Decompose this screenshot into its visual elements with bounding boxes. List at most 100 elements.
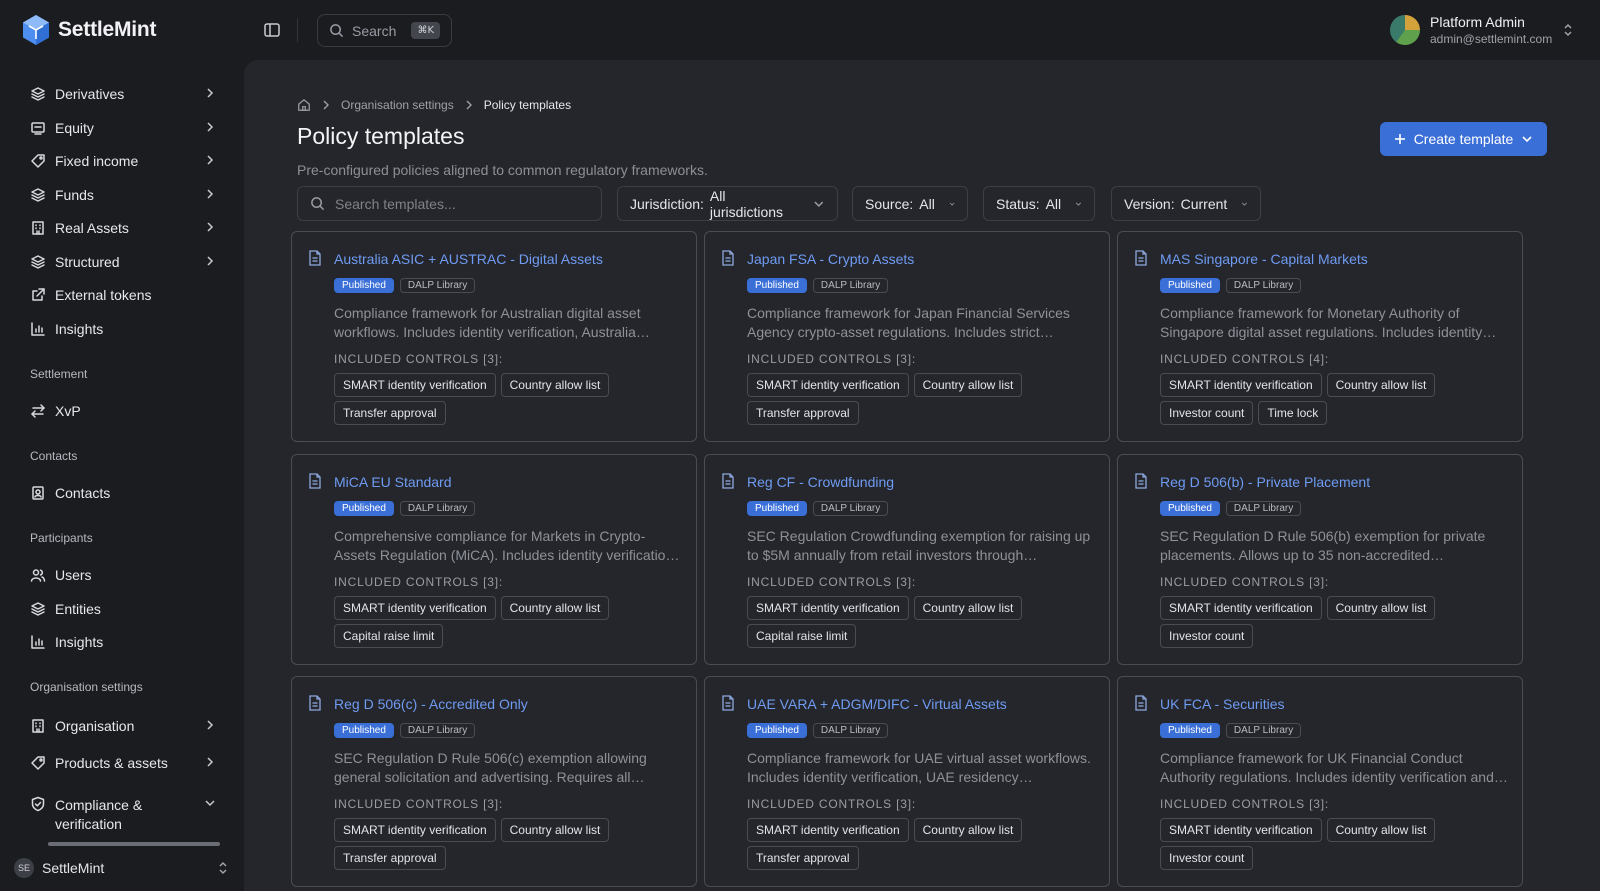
sidebar-item-contacts[interactable]: Contacts xyxy=(30,479,216,507)
sidebar: Derivatives Equity Fixed income Funds Real A… xyxy=(0,60,244,891)
search-icon xyxy=(311,197,325,211)
jurisdiction-filter[interactable]: Jurisdiction: All jurisdictions xyxy=(617,186,838,221)
sidebar-item-insights[interactable]: Insights xyxy=(30,315,216,343)
sidebar-item-label: Derivatives xyxy=(55,86,125,102)
source-filter-value: All xyxy=(919,195,935,212)
template-badges: Published DALP Library xyxy=(747,278,889,293)
sidebar-item-funds[interactable]: Funds xyxy=(30,181,216,209)
control-chip: Investor count xyxy=(1160,846,1254,870)
template-title[interactable]: MiCA EU Standard xyxy=(334,474,452,490)
template-title[interactable]: Australia ASIC + AUSTRAC - Digital Asset… xyxy=(334,251,603,267)
sidebar-item-derivatives[interactable]: Derivatives xyxy=(30,80,216,108)
sidebar-item-structured[interactable]: Structured xyxy=(30,248,216,276)
status-badge: Published xyxy=(1160,501,1220,516)
status-filter[interactable]: Status: All xyxy=(983,186,1095,221)
breadcrumb-organisation-settings[interactable]: Organisation settings xyxy=(341,98,454,112)
sidebar-section-contacts: Contacts xyxy=(30,449,78,463)
template-card[interactable]: MAS Singapore - Capital Markets Publishe… xyxy=(1117,231,1523,442)
template-search-input[interactable]: Search templates... xyxy=(297,186,602,221)
sidebar-item-compliance-and-verification[interactable]: Compliance & verification xyxy=(30,796,216,836)
breadcrumb-current: Policy templates xyxy=(483,98,572,112)
template-title[interactable]: MAS Singapore - Capital Markets xyxy=(1160,251,1368,267)
included-controls: SMART identity verification Country allow… xyxy=(1160,373,1510,425)
chevron-right-icon xyxy=(323,100,329,110)
chevron-right-icon xyxy=(204,86,216,102)
chevron-right-icon xyxy=(204,755,216,771)
template-description: Compliance framework for Monetary Author… xyxy=(1160,305,1497,340)
home-icon[interactable] xyxy=(297,98,311,112)
template-card[interactable]: MiCA EU Standard Published DALP Library … xyxy=(291,454,697,665)
template-title[interactable]: Japan FSA - Crypto Assets xyxy=(747,251,914,267)
template-card[interactable]: Japan FSA - Crypto Assets Published DALP… xyxy=(704,231,1110,442)
template-title[interactable]: Reg D 506(b) - Private Placement xyxy=(1160,474,1370,490)
control-chip: Time lock xyxy=(1258,401,1328,425)
included-controls-label: INCLUDED CONTROLS [4]: xyxy=(1160,352,1329,366)
sidebar-item-fixed-income[interactable]: Fixed income xyxy=(30,147,216,175)
template-badges: Published DALP Library xyxy=(1160,501,1302,516)
sidebar-item-products-and-assets[interactable]: Products & assets xyxy=(30,749,216,777)
sidebar-item-entities[interactable]: Entities xyxy=(30,595,216,623)
template-description: Compliance framework for Australian digi… xyxy=(334,305,650,340)
chevron-down-icon xyxy=(1522,136,1532,143)
panel-left-icon xyxy=(264,23,280,37)
template-card[interactable]: Australia ASIC + AUSTRAC - Digital Asset… xyxy=(291,231,697,442)
source-filter[interactable]: Source: All xyxy=(852,186,968,221)
sidebar-item-xvp[interactable]: XvP xyxy=(30,397,216,425)
version-filter[interactable]: Version: Current xyxy=(1111,186,1261,221)
sidebar-active-indicator xyxy=(48,842,220,846)
sidebar-item-insights[interactable]: Insights xyxy=(30,628,216,656)
template-title[interactable]: UK FCA - Securities xyxy=(1160,696,1284,712)
sidebar-item-label: Organisation xyxy=(55,718,135,734)
template-card[interactable]: Reg CF - Crowdfunding Published DALP Lib… xyxy=(704,454,1110,665)
document-icon xyxy=(309,473,321,489)
logo[interactable]: SettleMint xyxy=(22,14,157,46)
chevron-right-icon xyxy=(204,220,216,236)
document-icon xyxy=(1135,473,1147,489)
app-name: SettleMint xyxy=(58,18,157,41)
control-chip: Transfer approval xyxy=(334,846,446,870)
chevron-up-down-icon[interactable] xyxy=(1561,22,1575,38)
template-card[interactable]: Reg D 506(c) - Accredited Only Published… xyxy=(291,676,697,887)
template-title[interactable]: Reg D 506(c) - Accredited Only xyxy=(334,696,528,712)
template-title[interactable]: Reg CF - Crowdfunding xyxy=(747,474,894,490)
control-chip: Country allow list xyxy=(500,596,610,620)
organisation-switcher[interactable]: SE SettleMint xyxy=(14,858,230,878)
included-controls-label: INCLUDED CONTROLS [3]: xyxy=(1160,797,1329,811)
user-menu[interactable]: Platform Admin admin@settlemint.com xyxy=(1390,14,1552,46)
chevron-right-icon xyxy=(204,187,216,203)
sidebar-item-label: Real Assets xyxy=(55,220,129,236)
template-badges: Published DALP Library xyxy=(1160,278,1302,293)
status-badge: Published xyxy=(334,723,394,738)
sidebar-item-label: Entities xyxy=(55,601,101,617)
sidebar-item-real-assets[interactable]: Real Assets xyxy=(30,214,216,242)
sidebar-item-equity[interactable]: Equity xyxy=(30,114,216,142)
status-badge: Published xyxy=(747,501,807,516)
plus-icon xyxy=(1394,134,1405,144)
sidebar-toggle-button[interactable] xyxy=(262,20,282,40)
template-title[interactable]: UAE VARA + ADGM/DIFC - Virtual Assets xyxy=(747,696,1007,712)
included-controls: SMART identity verification Country allow… xyxy=(1160,818,1510,870)
template-badges: Published DALP Library xyxy=(334,278,476,293)
avatar xyxy=(1390,15,1420,45)
sidebar-item-organisation[interactable]: Organisation xyxy=(30,712,216,740)
sidebar-item-external-tokens[interactable]: External tokens xyxy=(30,281,216,309)
template-card[interactable]: Reg D 506(b) - Private Placement Publish… xyxy=(1117,454,1523,665)
global-search[interactable]: Search ⌘K xyxy=(317,14,452,47)
included-controls: SMART identity verification Country allow… xyxy=(334,373,684,425)
sidebar-item-label: Compliance & verification xyxy=(55,797,143,832)
jurisdiction-filter-label: Jurisdiction: xyxy=(630,195,704,212)
template-card[interactable]: UAE VARA + ADGM/DIFC - Virtual Assets Pu… xyxy=(704,676,1110,887)
control-chip: Country allow list xyxy=(1326,373,1436,397)
template-description: SEC Regulation Crowdfunding exemption fo… xyxy=(747,528,1091,563)
control-chip: Country allow list xyxy=(913,373,1023,397)
status-badge: Published xyxy=(747,278,807,293)
sidebar-item-label: Contacts xyxy=(55,485,111,501)
bar-chart-icon xyxy=(30,321,46,337)
template-card[interactable]: UK FCA - Securities Published DALP Libra… xyxy=(1117,676,1523,887)
status-badge: Published xyxy=(1160,723,1220,738)
create-template-button[interactable]: Create template xyxy=(1380,122,1547,156)
fixed-income-icon xyxy=(30,153,46,169)
sidebar-item-users[interactable]: Users xyxy=(30,561,216,589)
template-search-placeholder: Search templates... xyxy=(335,195,456,212)
user-name: Platform Admin xyxy=(1430,14,1525,30)
